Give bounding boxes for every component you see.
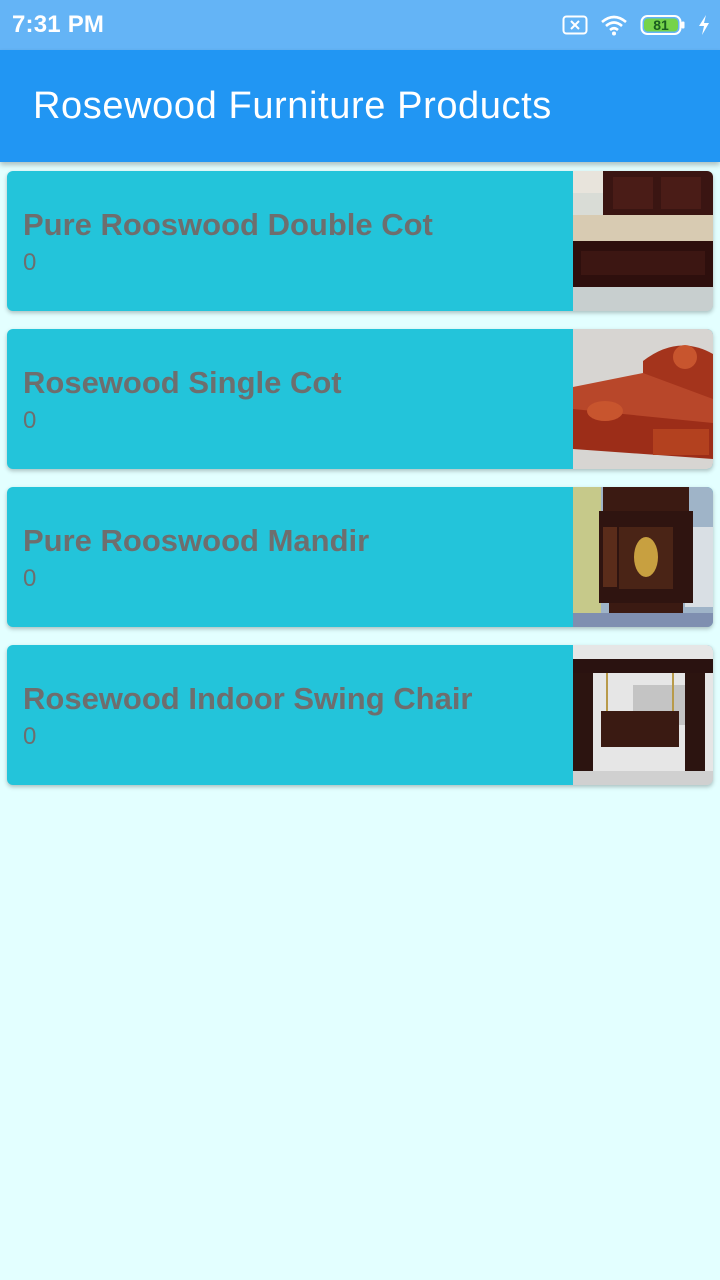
product-title: Pure Rooswood Mandir <box>23 523 370 558</box>
product-list: Pure Rooswood Double Cot 0 Rosewood Sing… <box>7 171 713 803</box>
product-text: Pure Rooswood Mandir 0 <box>23 521 563 597</box>
page-title: Rosewood Furniture Products <box>33 84 552 127</box>
product-count: 0 <box>23 723 37 750</box>
wifi-icon <box>600 14 628 36</box>
status-icons: 81 <box>562 14 710 36</box>
product-card-swing-chair[interactable]: Rosewood Indoor Swing Chair 0 <box>7 645 713 785</box>
product-card-single-cot[interactable]: Rosewood Single Cot 0 <box>7 329 713 469</box>
product-text: Pure Rooswood Double Cot 0 <box>23 205 563 281</box>
product-text: Rosewood Single Cot 0 <box>23 363 563 439</box>
double-cot-photo <box>573 171 713 311</box>
mandir-photo <box>573 487 713 627</box>
product-text: Rosewood Indoor Swing Chair 0 <box>23 679 563 755</box>
product-count: 0 <box>23 565 37 592</box>
charging-icon <box>698 15 710 35</box>
product-title: Rosewood Single Cot <box>23 365 342 400</box>
battery-level: 81 <box>653 17 669 33</box>
product-card-double-cot[interactable]: Pure Rooswood Double Cot 0 <box>7 171 713 311</box>
battery-icon: 81 <box>640 14 686 36</box>
status-time: 7:31 PM <box>12 11 105 38</box>
product-card-mandir[interactable]: Pure Rooswood Mandir 0 <box>7 487 713 627</box>
app-bar: Rosewood Furniture Products <box>0 50 720 162</box>
product-title: Pure Rooswood Double Cot <box>23 207 433 242</box>
product-title: Rosewood Indoor Swing Chair <box>23 681 473 716</box>
status-bar: 7:31 PM 81 <box>0 0 720 50</box>
notification-x-icon <box>562 15 588 35</box>
single-cot-photo <box>573 329 713 469</box>
product-count: 0 <box>23 249 37 276</box>
product-count: 0 <box>23 407 37 434</box>
swing-chair-photo <box>573 645 713 785</box>
